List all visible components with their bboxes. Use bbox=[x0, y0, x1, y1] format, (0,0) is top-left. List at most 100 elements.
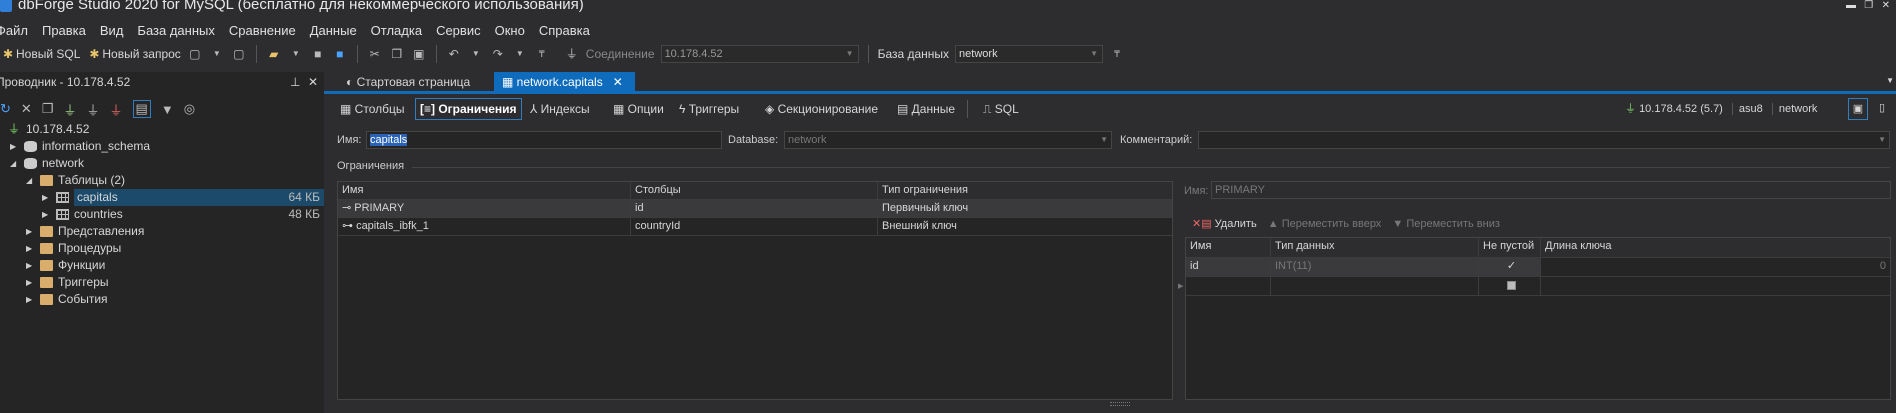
new-row[interactable] bbox=[1186, 277, 1890, 296]
menu-window[interactable]: Окно bbox=[495, 23, 525, 38]
tree-item[interactable]: ▶ Процедуры bbox=[0, 240, 324, 257]
paste-icon[interactable]: ▣ bbox=[411, 46, 427, 62]
menu-compare[interactable]: Сравнение bbox=[229, 23, 296, 38]
delete-icon[interactable]: ✕ bbox=[21, 101, 32, 117]
save-all-icon[interactable]: ■ bbox=[332, 46, 348, 62]
column-header[interactable]: Имя bbox=[338, 182, 631, 199]
subtab-columns[interactable]: ▦ Столбцы bbox=[335, 98, 409, 120]
tree-item[interactable]: ▶ Функции bbox=[0, 257, 324, 274]
tree-item[interactable]: ▶ capitals 64 КБ bbox=[0, 189, 324, 206]
edit-connection-icon[interactable]: ⏚ bbox=[86, 100, 99, 119]
not-null-checkbox[interactable] bbox=[1479, 277, 1541, 295]
expander-icon[interactable]: ▶ bbox=[26, 240, 32, 257]
comment-input[interactable]: ▼ bbox=[1198, 131, 1890, 149]
tree-item[interactable]: ◢ network bbox=[0, 155, 324, 172]
expander-icon[interactable]: ▶ bbox=[42, 189, 48, 206]
column-header[interactable]: Тип данных bbox=[1271, 238, 1479, 257]
tree-item[interactable]: ▶ Представления bbox=[0, 223, 324, 240]
restore-button[interactable]: ❐ bbox=[1864, 0, 1873, 11]
filter-icon[interactable]: ▼ bbox=[161, 102, 174, 117]
expander-icon[interactable]: ▶ bbox=[10, 138, 16, 155]
move-down-button[interactable]: ▼ Переместить вниз bbox=[1392, 218, 1500, 230]
menu-view[interactable]: Вид bbox=[100, 23, 124, 38]
table-row[interactable]: ⊸ PRIMARY id Первичный ключ bbox=[338, 200, 1172, 218]
splitter-handle[interactable] bbox=[1110, 402, 1130, 406]
close-tab-icon[interactable]: ✕ bbox=[613, 75, 623, 89]
database-field[interactable]: network ▼ bbox=[784, 131, 1112, 149]
properties-icon[interactable]: ◎ bbox=[184, 101, 195, 117]
menu-tools[interactable]: Сервис bbox=[436, 23, 481, 38]
expander-icon[interactable]: ▶ bbox=[26, 274, 32, 291]
tabs-overflow-icon[interactable]: ▼ bbox=[1886, 76, 1894, 85]
new-query-button[interactable]: ✱ Новый запрос bbox=[86, 46, 180, 62]
tree-item[interactable]: ▶ countries 48 КБ bbox=[0, 206, 324, 223]
expander-icon[interactable]: ▶ bbox=[26, 223, 32, 240]
tree-item[interactable]: ▶ Триггеры bbox=[0, 274, 324, 291]
tree-item[interactable]: ▶ События bbox=[0, 291, 324, 308]
pin-icon[interactable]: ⊥ bbox=[290, 72, 300, 92]
disconnect-icon[interactable]: ⏚ bbox=[110, 100, 123, 119]
cut-icon[interactable]: ✂ bbox=[367, 46, 383, 62]
detail-name-input[interactable]: PRIMARY bbox=[1211, 181, 1891, 199]
toolbar-options-icon[interactable]: ₸ bbox=[534, 46, 550, 62]
expander-icon[interactable]: ◢ bbox=[26, 172, 32, 189]
toolbar-options-icon[interactable]: ₸ bbox=[1109, 46, 1125, 62]
open-folder-icon[interactable]: ▰ bbox=[266, 46, 282, 62]
dropdown-icon[interactable]: ▼ bbox=[468, 46, 484, 62]
menu-data[interactable]: Данные bbox=[310, 23, 357, 38]
subtab-partitioning[interactable]: ◈ Секционирование bbox=[760, 98, 883, 120]
column-header[interactable]: Длина ключа bbox=[1541, 238, 1890, 257]
subtab-triggers[interactable]: ϟ Триггеры bbox=[674, 98, 744, 120]
not-null-checkbox[interactable]: ✓ bbox=[1479, 258, 1541, 276]
column-header[interactable]: Имя bbox=[1186, 238, 1271, 257]
tab-start-page[interactable]: ◐ Стартовая страница bbox=[338, 72, 478, 92]
close-window-button[interactable]: ✕ bbox=[1882, 0, 1890, 11]
expander-icon[interactable]: ▶ bbox=[26, 291, 32, 308]
tab-network-capitals[interactable]: ▦ network.capitals ✕ bbox=[494, 72, 635, 92]
copy-icon[interactable]: ❐ bbox=[389, 46, 405, 62]
expander-icon[interactable]: ◢ bbox=[10, 155, 16, 172]
menu-help[interactable]: Справка bbox=[539, 23, 590, 38]
redo-icon[interactable]: ↷ bbox=[490, 46, 506, 62]
subtab-sql[interactable]: ⎍ SQL bbox=[978, 98, 1024, 120]
layout-horizontal-button[interactable]: ▯ bbox=[1874, 98, 1890, 120]
new-connection-icon[interactable]: ⏚ bbox=[63, 100, 76, 119]
move-up-button[interactable]: ▲ Переместить вверх bbox=[1268, 218, 1382, 230]
connection-select[interactable]: 10.178.4.52 ▼ bbox=[660, 45, 859, 63]
tree-item[interactable]: ⏚ 10.178.4.52 bbox=[0, 121, 324, 138]
subtab-indexes[interactable]: ⅄ Индексы bbox=[525, 98, 595, 120]
menu-debug[interactable]: Отладка bbox=[371, 23, 422, 38]
table-row[interactable]: id INT(11) ✓ 0 bbox=[1186, 258, 1890, 277]
column-header[interactable]: Тип ограничения bbox=[878, 182, 1172, 199]
dropdown-icon[interactable]: ▼ bbox=[512, 46, 528, 62]
undo-icon[interactable]: ↶ bbox=[446, 46, 462, 62]
minimize-button[interactable]: ▬ bbox=[1846, 0, 1856, 11]
refresh-icon[interactable]: ↻ bbox=[0, 101, 11, 117]
subtab-constraints[interactable]: [≡] Ограничения bbox=[415, 98, 522, 120]
expander-icon[interactable]: ▶ bbox=[26, 257, 32, 274]
menu-edit[interactable]: Правка bbox=[42, 23, 86, 38]
menu-database[interactable]: База данных bbox=[137, 23, 214, 38]
tree-item[interactable]: ◢ Таблицы (2) bbox=[0, 172, 324, 189]
tree-item[interactable]: ▶ information_schema bbox=[0, 138, 324, 155]
subtab-options[interactable]: ▦ Опции bbox=[608, 98, 669, 120]
close-panel-icon[interactable]: ✕ bbox=[308, 72, 318, 92]
save-icon[interactable]: ■ bbox=[310, 46, 326, 62]
duplicate-icon[interactable]: ❐ bbox=[42, 101, 54, 117]
dropdown-icon[interactable]: ▼ bbox=[209, 46, 225, 62]
filter-object-icon[interactable]: ▤ bbox=[132, 100, 151, 118]
column-header[interactable]: Столбцы bbox=[631, 182, 878, 199]
menu-file[interactable]: Файл bbox=[0, 23, 28, 38]
new-object-icon[interactable]: ▢ bbox=[187, 46, 203, 62]
database-select[interactable]: network ▼ bbox=[955, 45, 1104, 63]
expander-icon[interactable]: ▶ bbox=[42, 206, 48, 223]
table-row[interactable]: ⊶ capitals_ibfk_1 countryId Внешний ключ bbox=[338, 218, 1172, 236]
table-name-input[interactable]: capitals bbox=[366, 131, 722, 149]
delete-button[interactable]: ✕▤ Удалить bbox=[1192, 218, 1257, 230]
dropdown-icon[interactable]: ▼ bbox=[288, 46, 304, 62]
subtab-data[interactable]: ▤ Данные bbox=[892, 98, 960, 120]
column-header[interactable]: Не пустой bbox=[1479, 238, 1541, 257]
new-file-icon[interactable]: ▢ bbox=[231, 46, 247, 62]
layout-vertical-button[interactable]: ▣ bbox=[1848, 98, 1868, 120]
new-sql-button[interactable]: ✱ Новый SQL bbox=[0, 46, 80, 62]
